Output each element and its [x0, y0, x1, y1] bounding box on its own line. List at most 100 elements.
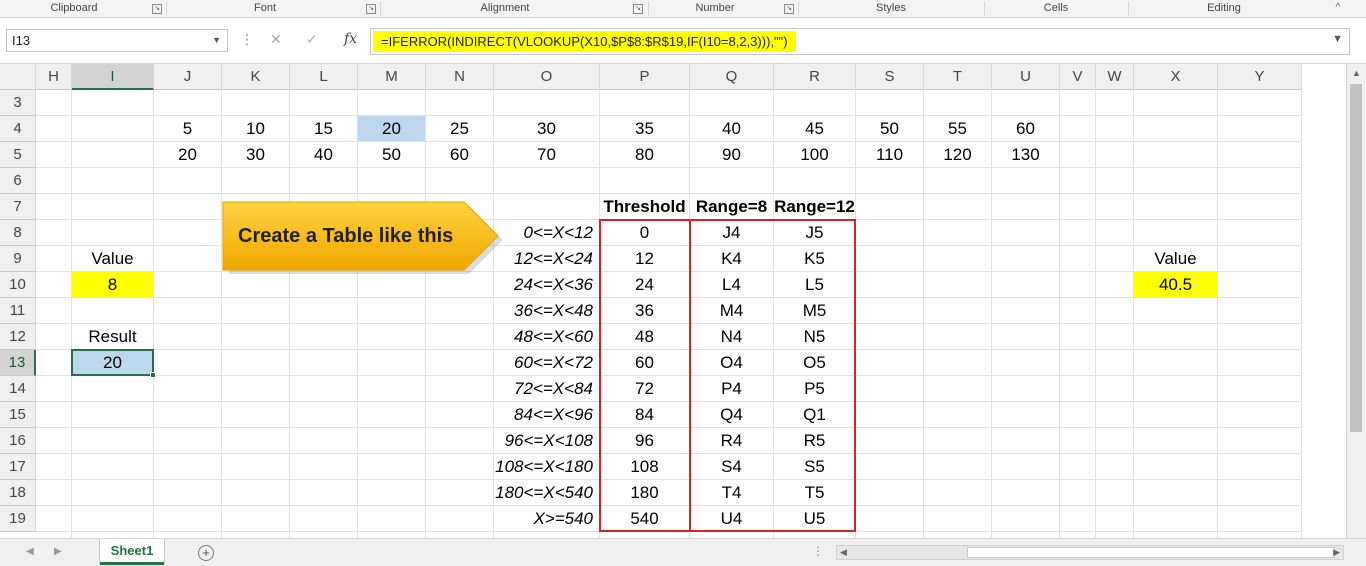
cell-s5[interactable]: 110	[856, 142, 923, 167]
range12-ref-cell[interactable]: J5	[774, 220, 855, 245]
result-label[interactable]: Result	[72, 324, 153, 349]
row-header-8[interactable]: 8	[0, 220, 36, 246]
range-label[interactable]: 36<=X<48	[494, 298, 599, 323]
column-header-x[interactable]: X	[1134, 64, 1218, 90]
cell-u5[interactable]: 130	[992, 142, 1059, 167]
cell-l4[interactable]: 15	[290, 116, 357, 141]
cell-p4[interactable]: 35	[600, 116, 689, 141]
horizontal-scrollbar[interactable]: ◀ ▶	[836, 545, 1344, 560]
range-label[interactable]: 12<=X<24	[494, 246, 599, 271]
cell-j4[interactable]: 5	[154, 116, 221, 141]
column-header-h[interactable]: H	[36, 64, 72, 90]
threshold-cell[interactable]: 540	[600, 506, 689, 531]
range8-ref-cell[interactable]: R4	[690, 428, 773, 453]
value-input-i10[interactable]: 8	[72, 272, 153, 297]
row-header-15[interactable]: 15	[0, 402, 36, 428]
cell-o4[interactable]: 30	[494, 116, 599, 141]
row-header-14[interactable]: 14	[0, 376, 36, 402]
range-label[interactable]: 96<=X<108	[494, 428, 599, 453]
range12-ref-cell[interactable]: L5	[774, 272, 855, 297]
range-label[interactable]: 108<=X<180	[494, 454, 599, 479]
threshold-cell[interactable]: 0	[600, 220, 689, 245]
range-label[interactable]: 72<=X<84	[494, 376, 599, 401]
column-header-m[interactable]: M	[358, 64, 426, 90]
range12-ref-cell[interactable]: P5	[774, 376, 855, 401]
column-header-i[interactable]: I	[72, 64, 154, 90]
threshold-cell[interactable]: 84	[600, 402, 689, 427]
sheet-tab-sheet1[interactable]: Sheet1	[100, 539, 164, 565]
column-header-q[interactable]: Q	[690, 64, 774, 90]
select-all-corner[interactable]	[0, 64, 36, 90]
range-label[interactable]: 24<=X<36	[494, 272, 599, 297]
cell-q5[interactable]: 90	[690, 142, 773, 167]
name-box[interactable]: I13 ▼	[6, 29, 228, 52]
range12-ref-cell[interactable]: O5	[774, 350, 855, 375]
x-value-label[interactable]: Value	[1134, 246, 1217, 271]
range8-ref-cell[interactable]: L4	[690, 272, 773, 297]
table-header-threshold[interactable]: Threshold	[600, 194, 689, 219]
column-header-u[interactable]: U	[992, 64, 1060, 90]
scroll-left-icon[interactable]: ◀	[840, 546, 847, 559]
column-header-p[interactable]: P	[600, 64, 690, 90]
collapse-ribbon-icon[interactable]: ^	[1333, 3, 1343, 14]
range12-ref-cell[interactable]: T5	[774, 480, 855, 505]
row-header-5[interactable]: 5	[0, 142, 36, 168]
cell-r4[interactable]: 45	[774, 116, 855, 141]
range12-ref-cell[interactable]: N5	[774, 324, 855, 349]
column-header-l[interactable]: L	[290, 64, 358, 90]
range8-ref-cell[interactable]: S4	[690, 454, 773, 479]
range-label[interactable]: 180<=X<540	[494, 480, 599, 505]
column-header-n[interactable]: N	[426, 64, 494, 90]
range8-ref-cell[interactable]: J4	[690, 220, 773, 245]
cell-q4[interactable]: 40	[690, 116, 773, 141]
cell-u4[interactable]: 60	[992, 116, 1059, 141]
alignment-launcher-icon[interactable]: ↘	[633, 4, 643, 14]
row-header-17[interactable]: 17	[0, 454, 36, 480]
cell-p5[interactable]: 80	[600, 142, 689, 167]
range8-ref-cell[interactable]: Q4	[690, 402, 773, 427]
column-header-j[interactable]: J	[154, 64, 222, 90]
chevron-down-icon[interactable]: ▼	[212, 30, 221, 51]
cell-l5[interactable]: 40	[290, 142, 357, 167]
cell-o5[interactable]: 70	[494, 142, 599, 167]
row-header-4[interactable]: 4	[0, 116, 36, 142]
range8-ref-cell[interactable]: N4	[690, 324, 773, 349]
prev-sheet-icon[interactable]: ◀	[26, 546, 34, 557]
worksheet-grid[interactable]: H I J K L M N O P Q R S T U V W X Y 3 4 5 6 7 8 9 10 11 12 13 14 15 16 1…	[0, 64, 1346, 538]
row-header-3[interactable]: 3	[0, 90, 36, 116]
range8-ref-cell[interactable]: P4	[690, 376, 773, 401]
clipboard-launcher-icon[interactable]: ↘	[152, 4, 162, 14]
row-header-10[interactable]: 10	[0, 272, 36, 298]
threshold-cell[interactable]: 108	[600, 454, 689, 479]
column-header-k[interactable]: K	[222, 64, 290, 90]
column-header-t[interactable]: T	[924, 64, 992, 90]
scroll-up-icon[interactable]: ▲	[1352, 68, 1361, 78]
threshold-cell[interactable]: 60	[600, 350, 689, 375]
column-header-s[interactable]: S	[856, 64, 924, 90]
font-launcher-icon[interactable]: ↘	[366, 4, 376, 14]
cell-t5[interactable]: 120	[924, 142, 991, 167]
row-header-13[interactable]: 13	[0, 350, 36, 376]
threshold-cell[interactable]: 180	[600, 480, 689, 505]
range8-ref-cell[interactable]: M4	[690, 298, 773, 323]
formula-input[interactable]: =IFERROR(INDIRECT(VLOOKUP(X10,$P$8:$R$19…	[370, 28, 1350, 55]
range8-ref-cell[interactable]: K4	[690, 246, 773, 271]
row-header-16[interactable]: 16	[0, 428, 36, 454]
threshold-cell[interactable]: 12	[600, 246, 689, 271]
more-icon[interactable]: ⋮	[812, 544, 824, 558]
range12-ref-cell[interactable]: Q1	[774, 402, 855, 427]
number-launcher-icon[interactable]: ↘	[784, 4, 794, 14]
add-sheet-icon[interactable]: +	[198, 545, 214, 561]
cell-m4[interactable]: 20	[358, 116, 425, 141]
table-header-range8[interactable]: Range=8	[690, 194, 773, 219]
cell-n4[interactable]: 25	[426, 116, 493, 141]
range-label[interactable]: 0<=X<12	[494, 220, 599, 245]
cell-k4[interactable]: 10	[222, 116, 289, 141]
threshold-cell[interactable]: 96	[600, 428, 689, 453]
column-header-r[interactable]: R	[774, 64, 856, 90]
range-label[interactable]: 60<=X<72	[494, 350, 599, 375]
row-header-11[interactable]: 11	[0, 298, 36, 324]
row-header-6[interactable]: 6	[0, 168, 36, 194]
enter-icon[interactable]: ✓	[306, 31, 318, 48]
column-header-o[interactable]: O	[494, 64, 600, 90]
